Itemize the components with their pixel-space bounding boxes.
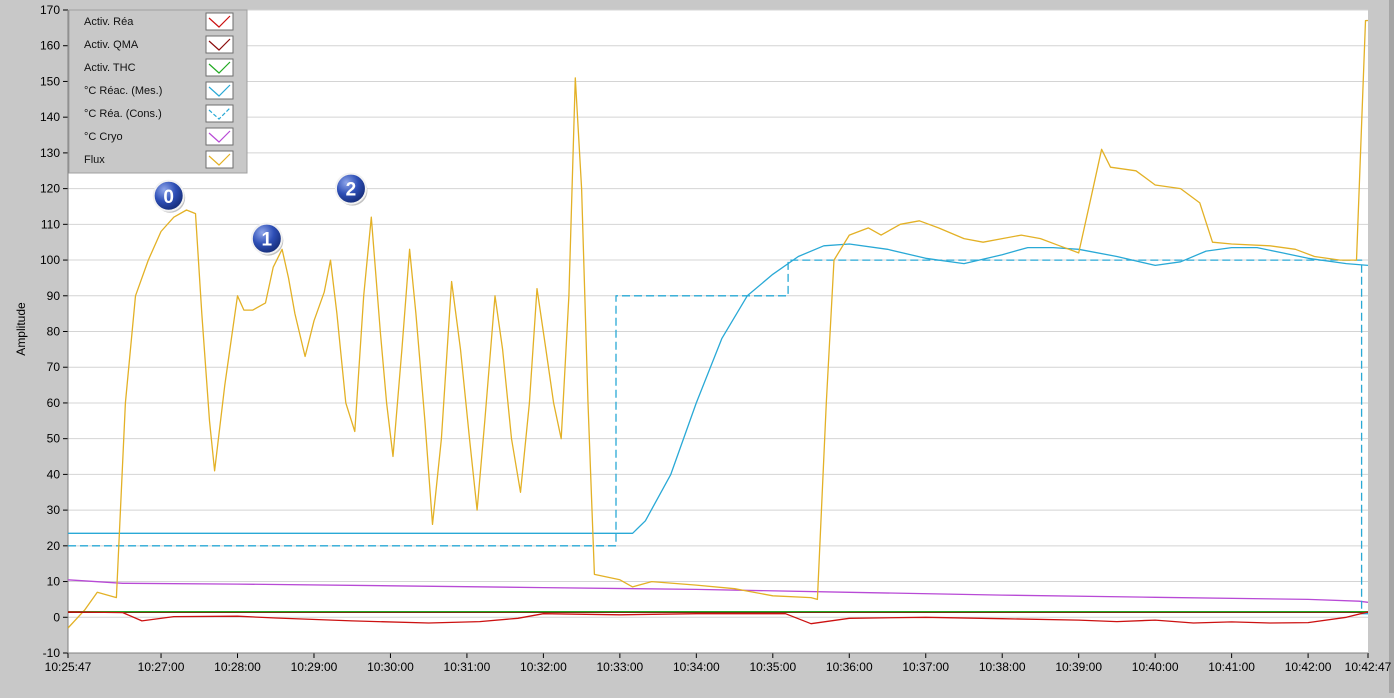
y-axis-label: Amplitude bbox=[14, 302, 28, 356]
y-tick-label: -10 bbox=[43, 646, 61, 660]
y-tick-label: 90 bbox=[47, 289, 61, 303]
annotation-label: 1 bbox=[262, 230, 273, 251]
legend-entry-label: °C Cryo bbox=[84, 131, 123, 143]
line-chart: -100102030405060708090100110120130140150… bbox=[0, 0, 1394, 693]
y-tick-label: 0 bbox=[53, 610, 60, 624]
annotation-label: 0 bbox=[163, 187, 174, 208]
legend-swatch bbox=[205, 127, 234, 146]
x-tick-label: 10:28:00 bbox=[214, 660, 261, 674]
annotation-label: 2 bbox=[346, 180, 357, 201]
y-tick-label: 100 bbox=[40, 253, 60, 267]
legend-swatch bbox=[205, 12, 234, 31]
y-tick-label: 110 bbox=[41, 217, 60, 231]
y-tick-label: 40 bbox=[47, 467, 61, 481]
chart-panel: -10 0 10 20 30 40 50 60 70 80 90 100 110 120 130 140 150… bbox=[0, 0, 1394, 693]
legend-entry-label: Activ. Réa bbox=[84, 16, 134, 28]
x-tick-label: 10:35:00 bbox=[749, 660, 796, 674]
y-tick-label: 50 bbox=[47, 432, 61, 446]
y-tick-label: 80 bbox=[47, 325, 61, 339]
x-tick-label: 10:42:00 bbox=[1285, 660, 1332, 674]
legend-entry-label: Flux bbox=[84, 154, 105, 166]
x-tick-label: 10:37:00 bbox=[902, 660, 949, 674]
legend-entry-label: °C Réac. (Mes.) bbox=[84, 85, 162, 97]
y-tick-label: 170 bbox=[40, 3, 60, 17]
legend-entry-label: Activ. THC bbox=[84, 62, 136, 74]
legend-swatch bbox=[205, 58, 234, 77]
y-tick-label: 160 bbox=[40, 39, 60, 53]
x-tick-label: 10:31:00 bbox=[444, 660, 491, 674]
y-tick-label: 20 bbox=[47, 539, 61, 553]
x-tick-label: 10:38:00 bbox=[979, 660, 1026, 674]
legend-entry-label: Activ. QMA bbox=[84, 39, 139, 51]
x-tick-label: 10:34:00 bbox=[673, 660, 720, 674]
legend-swatch bbox=[205, 35, 234, 54]
x-tick-label: 10:42:47 bbox=[1345, 660, 1392, 674]
y-tick-label: 120 bbox=[40, 182, 60, 196]
y-tick-label: 130 bbox=[40, 146, 60, 160]
x-tick-label: 10:29:00 bbox=[291, 660, 338, 674]
y-tick-label: 70 bbox=[47, 360, 61, 374]
x-tick-label: 10:39:00 bbox=[1055, 660, 1102, 674]
y-tick-label: 30 bbox=[47, 503, 61, 517]
right-border bbox=[1389, 0, 1394, 693]
x-tick-label: 10:33:00 bbox=[597, 660, 644, 674]
y-tick-label: 60 bbox=[47, 396, 61, 410]
legend: Activ. Réa Activ. QMA Activ. THC °C Réac. (… bbox=[68, 9, 248, 174]
y-tick-label: 150 bbox=[40, 74, 60, 88]
x-tick-label: 10:27:00 bbox=[138, 660, 185, 674]
legend-entry-label: °C Réa. (Cons.) bbox=[84, 108, 162, 120]
x-tick-label: 10:30:00 bbox=[367, 660, 414, 674]
legend-swatch bbox=[205, 104, 234, 123]
legend-swatch bbox=[205, 150, 234, 169]
legend-swatch bbox=[205, 81, 234, 100]
x-tick-label: 10:36:00 bbox=[826, 660, 873, 674]
x-tick-label: 10:40:00 bbox=[1132, 660, 1179, 674]
x-tick-label: 10:32:00 bbox=[520, 660, 567, 674]
x-tick-label: 10:25:47 bbox=[45, 660, 92, 674]
y-tick-label: 140 bbox=[40, 110, 60, 124]
x-tick-label: 10:41:00 bbox=[1208, 660, 1255, 674]
y-tick-label: 10 bbox=[47, 575, 61, 589]
